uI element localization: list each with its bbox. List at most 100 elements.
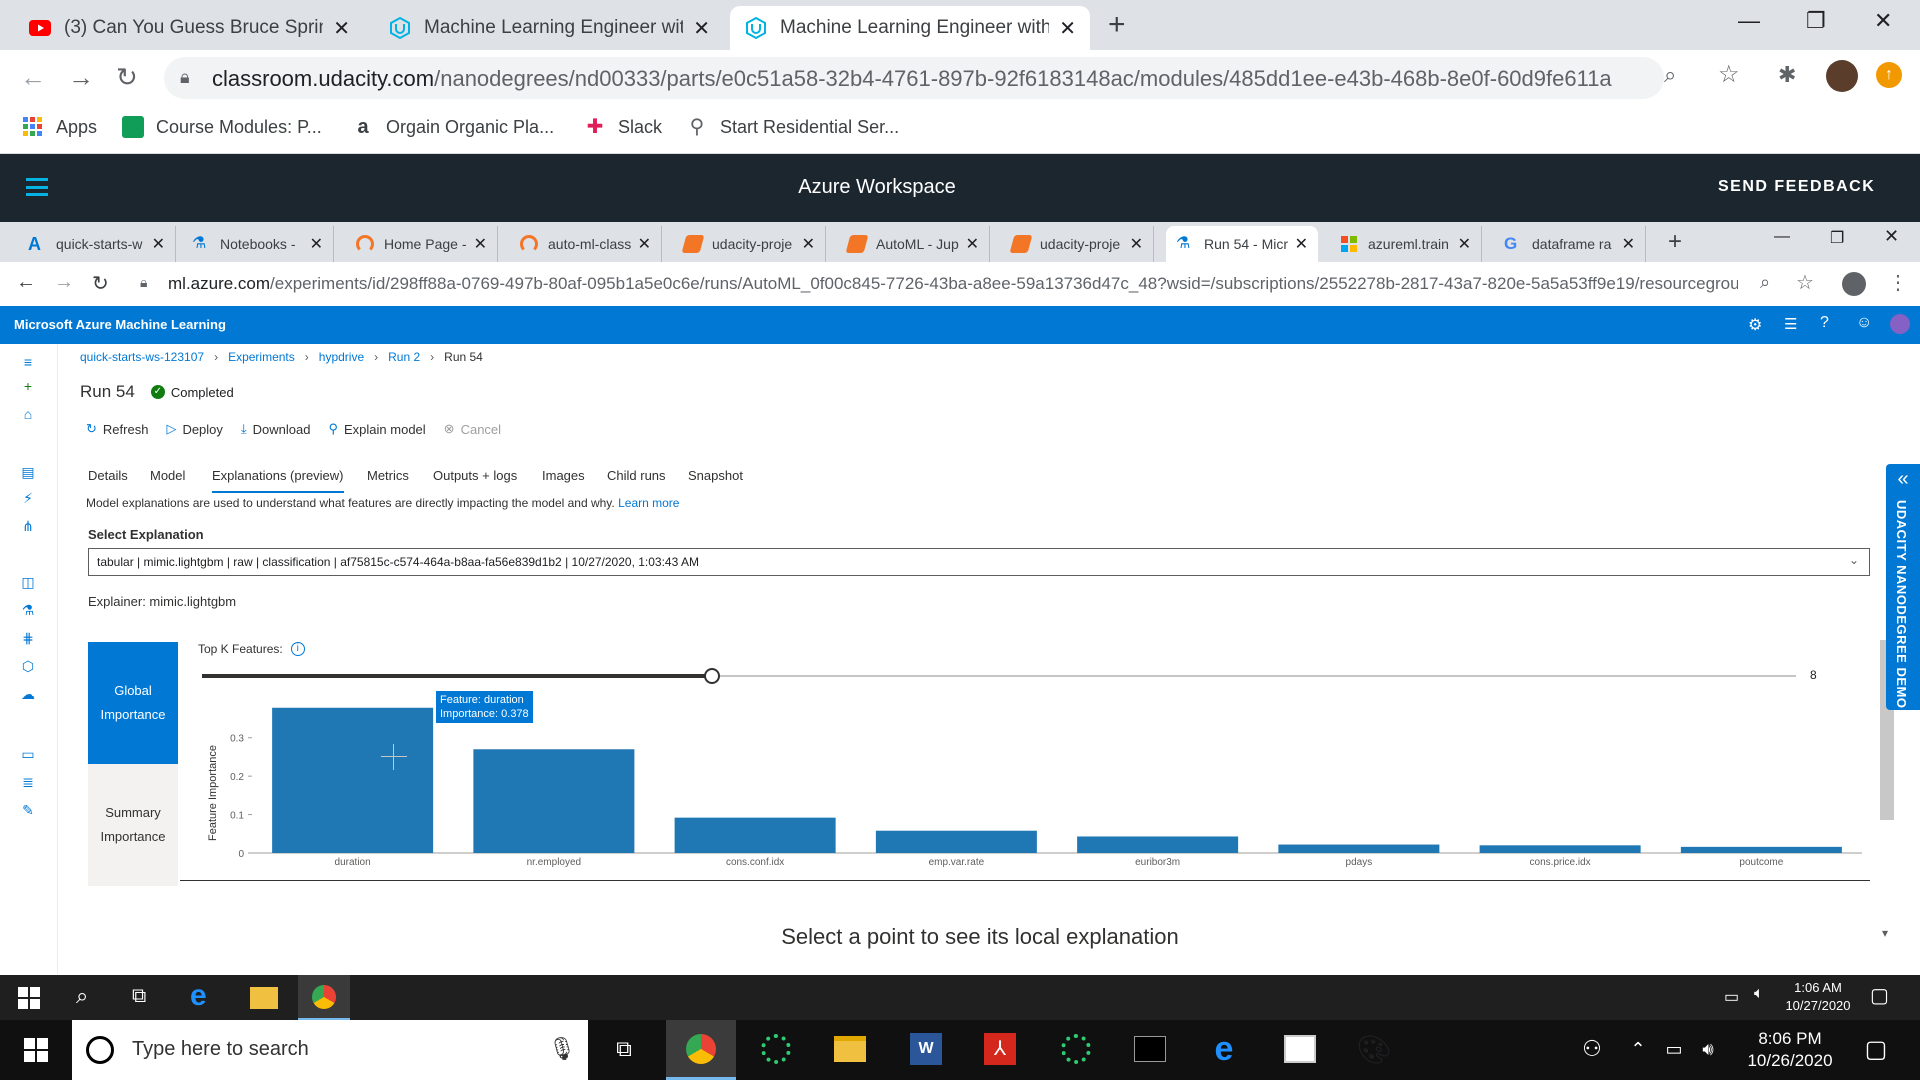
inner-address-bar[interactable]: ml.azure.com/experiments/id/298ff88a-076… <box>168 274 1738 294</box>
close-icon[interactable]: ✕ <box>1295 234 1308 254</box>
battery-icon[interactable]: ▭ <box>1660 1029 1688 1069</box>
close-icon[interactable]: ✕ <box>1622 234 1635 254</box>
refresh-button[interactable]: ↻ Refresh <box>86 421 148 437</box>
profile-avatar[interactable] <box>1826 60 1858 92</box>
datastores-icon[interactable]: ≣ <box>20 774 36 790</box>
info-icon[interactable]: i <box>290 642 305 656</box>
restore-icon[interactable]: ❐ <box>1806 8 1826 34</box>
tab-child-runs[interactable]: Child runs <box>607 468 666 483</box>
tab-snapshot[interactable]: Snapshot <box>688 468 743 483</box>
word-icon[interactable]: W <box>906 1029 946 1069</box>
reload-icon[interactable]: ↻ <box>92 271 109 296</box>
models-icon[interactable]: ⬡ <box>20 658 36 674</box>
tab-outputs-logs[interactable]: Outputs + logs <box>433 468 517 483</box>
breadcrumb-experiment[interactable]: hypdrive <box>319 350 364 364</box>
bookmark-star-icon[interactable]: ☆ <box>1796 270 1814 295</box>
microphone-icon[interactable]: 🎙︎ <box>548 1036 576 1062</box>
close-window-icon[interactable]: ✕ <box>1874 8 1892 34</box>
extensions-icon[interactable]: ✱ <box>1778 62 1796 88</box>
outer-tab-udacity-2[interactable]: Machine Learning Engineer with ✕ <box>730 6 1090 50</box>
volume-icon[interactable]: 🔊︎ <box>1694 1029 1722 1069</box>
close-icon[interactable]: ✕ <box>333 16 350 41</box>
reload-icon[interactable]: ↻ <box>116 62 138 93</box>
download-button[interactable]: ⤓ Download <box>241 421 311 437</box>
close-icon[interactable]: ✕ <box>693 16 710 41</box>
labeling-icon[interactable]: ✎ <box>20 802 36 818</box>
inner-tab[interactable]: udacity-proje ✕ <box>674 226 826 262</box>
breadcrumb-workspace[interactable]: quick-starts-ws-123107 <box>80 350 204 364</box>
tab-model[interactable]: Model <box>150 468 185 483</box>
zoom-icon[interactable]: ⌕ <box>1664 62 1676 88</box>
windows-start-icon[interactable] <box>18 987 40 1009</box>
tray-chevron-up-icon[interactable]: ⌃ <box>1626 1029 1650 1069</box>
send-feedback-button[interactable]: SEND FEEDBACK <box>1718 178 1875 196</box>
menu-icon[interactable]: ≡ <box>20 354 36 370</box>
breadcrumb-experiments[interactable]: Experiments <box>228 350 295 364</box>
file-explorer-icon[interactable] <box>250 987 278 1009</box>
terminal-icon[interactable] <box>1130 1029 1170 1069</box>
create-new-icon[interactable]: + <box>20 378 36 394</box>
scroll-down-icon[interactable]: ▾ <box>1882 926 1888 940</box>
tab-metrics[interactable]: Metrics <box>367 468 409 483</box>
profile-icon[interactable] <box>1842 272 1866 296</box>
bookmark-apps[interactable]: Apps <box>22 116 97 138</box>
forward-icon[interactable]: → <box>54 271 74 294</box>
ie-icon[interactable]: e <box>190 979 207 1013</box>
inner-tab[interactable]: Aquick-starts-w ✕ <box>18 226 176 262</box>
tab-details[interactable]: Details <box>88 468 128 483</box>
notebooks-icon[interactable]: ▤ <box>20 464 36 480</box>
inner-clock[interactable]: 1:06 AM 10/27/2020 <box>1784 979 1852 1015</box>
compute-icon[interactable]: ▭ <box>20 746 36 762</box>
outer-tab-udacity-1[interactable]: Machine Learning Engineer with ✕ <box>374 6 724 50</box>
bookmark-start-residential[interactable]: ⚲ Start Residential Ser... <box>686 116 899 138</box>
task-view-icon[interactable]: ⧉ <box>132 985 146 1008</box>
close-icon[interactable]: ✕ <box>1458 234 1471 254</box>
pipelines-icon[interactable]: ⋕ <box>20 630 36 646</box>
minimize-icon[interactable]: — <box>1774 228 1790 246</box>
task-view-icon[interactable]: ⧉ <box>604 1029 644 1069</box>
photos-icon[interactable] <box>1280 1029 1320 1069</box>
close-icon[interactable]: ✕ <box>310 234 323 254</box>
back-icon[interactable]: ← <box>16 271 36 294</box>
notification-center-icon[interactable]: ▢ <box>1856 1029 1896 1069</box>
chrome-taskbar-button[interactable] <box>666 1020 736 1080</box>
bookmark-course-modules[interactable]: Course Modules: P... <box>122 116 322 138</box>
tab-images[interactable]: Images <box>542 468 585 483</box>
close-icon[interactable]: ✕ <box>966 234 979 254</box>
paint-icon[interactable]: 🎨︎ <box>1354 1029 1394 1069</box>
topk-slider[interactable] <box>202 668 1796 684</box>
help-icon[interactable]: ? <box>1820 314 1829 332</box>
user-avatar[interactable] <box>1890 314 1910 334</box>
inner-tab[interactable]: AutoML - Jup ✕ <box>838 226 990 262</box>
close-icon[interactable]: ✕ <box>802 234 815 254</box>
notification-center-icon[interactable]: ▢ <box>1870 983 1889 1008</box>
automl-icon[interactable]: ⚡︎ <box>20 490 36 506</box>
inner-tab[interactable]: Gdataframe ra ✕ <box>1494 226 1646 262</box>
notifications-icon[interactable]: ☰ <box>1784 315 1797 333</box>
settings-gear-icon[interactable]: ⚙ <box>1748 315 1762 335</box>
progress-app-icon[interactable] <box>1056 1029 1096 1069</box>
designer-icon[interactable]: ⋔ <box>20 518 36 534</box>
menu-dots-icon[interactable]: ⋮ <box>1888 270 1908 295</box>
home-icon[interactable]: ⌂ <box>20 406 36 422</box>
topk-slider-thumb[interactable] <box>704 668 721 684</box>
restore-icon[interactable]: ❐ <box>1830 228 1844 248</box>
close-window-icon[interactable]: ✕ <box>1884 226 1899 247</box>
close-icon[interactable]: ✕ <box>638 234 651 254</box>
chrome-taskbar-button[interactable] <box>298 975 350 1020</box>
close-icon[interactable]: ✕ <box>152 234 165 254</box>
network-icon[interactable]: ▭ <box>1724 987 1739 1007</box>
bookmark-star-icon[interactable]: ☆ <box>1718 60 1740 89</box>
outer-clock[interactable]: 8:06 PM 10/26/2020 <box>1730 1028 1850 1072</box>
explain-model-button[interactable]: ⚲ Explain model <box>328 421 425 437</box>
windows-start-icon[interactable] <box>24 1038 48 1062</box>
inner-tab[interactable]: ⚗ Notebooks - ✕ <box>182 226 334 262</box>
outer-address-bar[interactable]: 🔒︎ classroom.udacity.com/nanodegrees/nd0… <box>164 57 1664 99</box>
people-icon[interactable]: ⚇ <box>1572 1029 1612 1069</box>
datasets-icon[interactable]: ◫ <box>20 574 36 590</box>
udacity-side-tab[interactable]: « UDACITY NANODEGREE DEMO <box>1886 464 1920 710</box>
acrobat-icon[interactable]: ⅄ <box>980 1029 1020 1069</box>
experiments-icon[interactable]: ⚗ <box>20 602 36 618</box>
new-tab-icon[interactable]: + <box>1668 228 1682 256</box>
new-tab-icon[interactable]: + <box>1108 8 1126 42</box>
